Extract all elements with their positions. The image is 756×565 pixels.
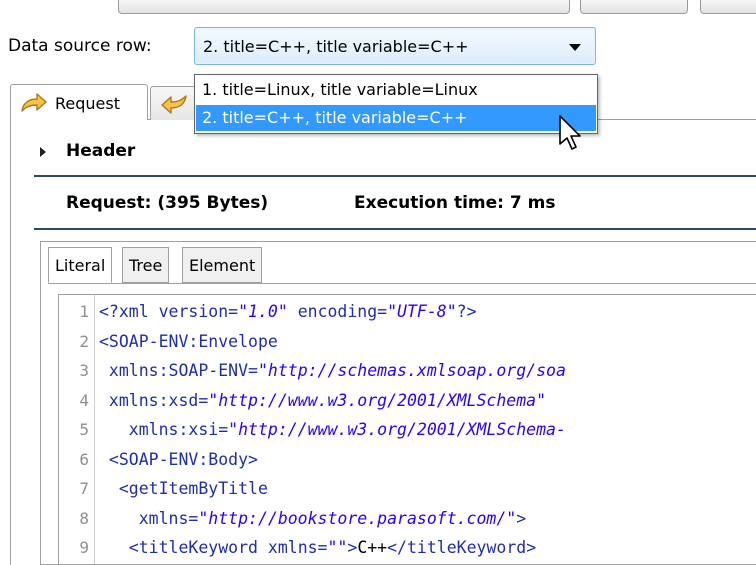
code-token: C++ <box>357 538 387 557</box>
code-token: <titleKeyword <box>99 538 268 557</box>
code-token: xmlns= <box>268 538 328 557</box>
code-text: xmlns="http://bookstore.parasoft.com/"> <box>99 506 526 532</box>
execution-time-info: Execution time: 7 ms <box>354 193 555 213</box>
tab-element[interactable]: Element <box>182 247 262 283</box>
code-text: xmlns:xsi="http://www.w3.org/2001/XMLSch… <box>99 417 566 443</box>
code-token: "http://bookstore.parasoft.com/" <box>198 509 516 528</box>
data-source-selected-value: 2. title=C++, title variable=C++ <box>203 37 469 56</box>
top-toolbar-button[interactable] <box>118 0 570 14</box>
code-token: > <box>347 538 357 557</box>
code-token: xmlns:SOAP-ENV= <box>99 361 258 380</box>
code-text: <?xml version="1.0" encoding="UTF-8"?> <box>99 299 477 325</box>
header-section-toggle[interactable]: Header <box>66 141 135 161</box>
code-token: "http://www.w3.org/2001/XMLSchema" <box>208 391 546 410</box>
line-number: 9 <box>59 535 89 561</box>
code-text: <SOAP-ENV:Envelope <box>99 329 278 355</box>
code-token: > <box>516 509 526 528</box>
tab-request-label: Request <box>55 94 120 113</box>
code-token: encoding= <box>288 302 387 321</box>
xml-code-editor[interactable]: 1 <?xml version="1.0" encoding="UTF-8"?> 2… <box>58 294 756 565</box>
code-token: "UTF-8" <box>387 302 457 321</box>
code-token: xmlns:xsi= <box>99 420 228 439</box>
tab-literal[interactable]: Literal <box>48 247 112 283</box>
code-token: "http://schemas.xmlsoap.org/soa <box>258 361 566 380</box>
code-text: <titleKeyword xmlns="">C++</titleKeyword… <box>99 535 536 561</box>
line-number: 6 <box>59 447 89 473</box>
code-token: xmlns= <box>99 509 198 528</box>
code-text: xmlns:xsd="http://www.w3.org/2001/XMLSch… <box>99 388 546 414</box>
info-separator <box>34 228 756 230</box>
code-token: </titleKeyword> <box>387 538 536 557</box>
code-token: "1.0" <box>238 302 288 321</box>
tab-response[interactable] <box>150 86 196 120</box>
code-text: <getItemByTitle <box>99 476 268 502</box>
top-toolbar-button-3[interactable] <box>700 0 756 14</box>
code-token: <getItemByTitle <box>99 479 268 498</box>
request-arrow-icon <box>19 91 49 115</box>
line-number: 8 <box>59 506 89 532</box>
data-source-label: Data source row: <box>8 36 152 56</box>
tab-tree[interactable]: Tree <box>122 247 169 283</box>
code-token: "" <box>328 538 348 557</box>
tab-request[interactable]: Request <box>10 84 148 120</box>
response-arrow-icon <box>159 92 189 116</box>
line-number: 4 <box>59 388 89 414</box>
line-number: 7 <box>59 476 89 502</box>
code-token: ?> <box>457 302 477 321</box>
expand-triangle-icon[interactable] <box>40 147 46 157</box>
dropdown-option-1[interactable]: 1. title=Linux, title variable=Linux <box>196 77 596 103</box>
code-token: xmlns:xsd= <box>99 391 208 410</box>
line-number: 5 <box>59 417 89 443</box>
code-token: <SOAP-ENV:Envelope <box>99 332 278 351</box>
line-number: 3 <box>59 358 89 384</box>
top-toolbar-button-2[interactable] <box>580 0 688 14</box>
data-source-dropdown-list: 1. title=Linux, title variable=Linux 2. … <box>194 74 598 134</box>
line-number: 1 <box>59 299 89 325</box>
dropdown-option-2[interactable]: 2. title=C++, title variable=C++ <box>196 105 596 131</box>
code-token: <SOAP-ENV:Body> <box>99 450 258 469</box>
code-token: version= <box>159 302 238 321</box>
data-source-select[interactable]: 2. title=C++, title variable=C++ <box>194 27 596 65</box>
code-token: <?xml <box>99 302 159 321</box>
header-separator <box>34 175 756 177</box>
code-text: <SOAP-ENV:Body> <box>99 447 258 473</box>
chevron-down-icon <box>569 44 581 51</box>
mouse-cursor-icon <box>558 114 584 152</box>
code-token: "http://www.w3.org/2001/XMLSchema- <box>228 420 566 439</box>
request-size-info: Request: (395 Bytes) <box>66 193 268 213</box>
code-text: xmlns:SOAP-ENV="http://schemas.xmlsoap.o… <box>99 358 566 384</box>
line-number: 2 <box>59 329 89 355</box>
